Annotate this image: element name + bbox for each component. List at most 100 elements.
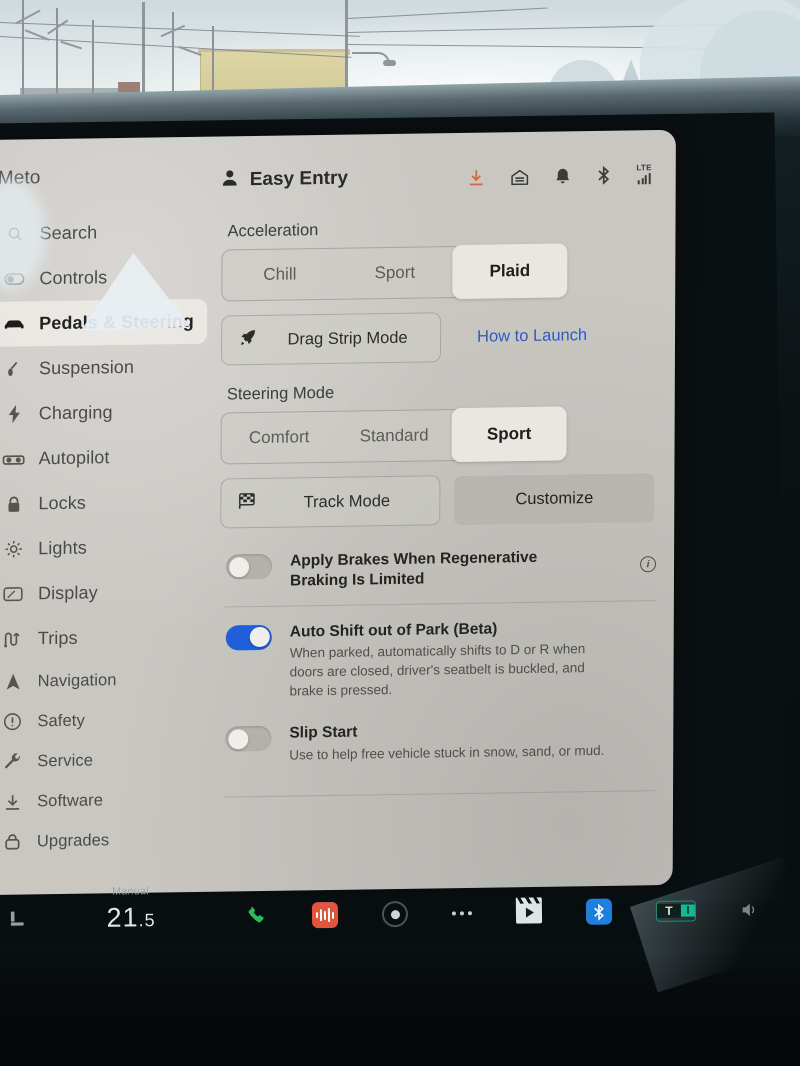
apply-brakes-label: Apply Brakes When Regenerative Braking I… (289, 548, 538, 590)
sidebar-item-label: Charging (38, 402, 113, 424)
settings-panel: Meto Search Controls Pedals & Steering S… (0, 129, 676, 896)
slip-start-toggle[interactable] (225, 725, 272, 752)
person-icon (222, 169, 238, 192)
drag-strip-mode-label: Drag Strip Mode (287, 328, 408, 349)
steering-segmented-control[interactable]: Comfort Standard Sport (220, 406, 567, 465)
acceleration-option-plaid[interactable]: Plaid (452, 243, 568, 300)
sidebar-item-label: Controls (39, 267, 108, 289)
sidebar-item-navigation[interactable]: Navigation (0, 659, 206, 702)
acceleration-option-chill[interactable]: Chill (222, 249, 337, 301)
suspension-icon (3, 360, 25, 378)
toggle-row-apply-brakes[interactable]: Apply Brakes When Regenerative Braking I… (220, 530, 660, 606)
auto-shift-toggle[interactable] (225, 624, 272, 651)
temperature-fraction: .5 (138, 909, 156, 930)
sidebar-item-label: Suspension (38, 356, 135, 379)
sidebar-item-label: Search (39, 222, 98, 244)
auto-shift-description: When parked, automatically shifts to D o… (289, 641, 586, 699)
row-divider (223, 790, 656, 798)
sidebar-item-pedals-and-steering[interactable]: Pedals & Steering (0, 298, 208, 347)
navigation-icon (2, 673, 24, 690)
toggle-icon (3, 272, 25, 285)
sidebar-item-charging[interactable]: Charging (0, 389, 207, 437)
sidebar-item-autopilot[interactable]: Autopilot (0, 434, 207, 482)
sidebar-item-label: Upgrades (36, 830, 110, 850)
bell-icon[interactable] (554, 167, 570, 185)
autopilot-icon (2, 453, 25, 465)
drag-strip-mode-button[interactable]: Drag Strip Mode (220, 312, 442, 366)
track-mode-row: Track Mode Customize (220, 472, 660, 529)
app-launcher-icon[interactable] (451, 911, 472, 916)
info-icon[interactable]: i (639, 556, 657, 573)
acceleration-option-sport[interactable]: Sport (337, 247, 452, 299)
apply-brakes-toggle[interactable] (226, 553, 273, 580)
safety-icon (1, 713, 23, 731)
signal-bars (637, 172, 651, 184)
phone-icon[interactable] (246, 905, 268, 927)
steering-option-comfort[interactable]: Comfort (222, 412, 337, 464)
sidebar-item-lights[interactable]: Lights (0, 524, 206, 572)
checkered-flag-icon (237, 492, 256, 515)
acceleration-segmented-control[interactable]: Chill Sport Plaid (221, 243, 568, 302)
profile-name: Meto (0, 167, 41, 189)
toybox-icon[interactable]: TI (655, 899, 697, 922)
sidebar-item-suspension[interactable]: Suspension (0, 344, 207, 392)
dashcam-icon[interactable] (381, 901, 409, 928)
software-download-icon[interactable] (467, 168, 484, 186)
sidebar-item-label: Safety (37, 711, 85, 730)
upgrades-icon (1, 833, 23, 850)
climate-mode-label: Manual (112, 884, 150, 898)
climate-control[interactable]: Manual 21.5 (46, 885, 216, 934)
slip-start-description: Use to help free vehicle stuck in snow, … (289, 742, 605, 763)
driver-profile-button[interactable]: Easy Entry (222, 167, 348, 192)
display-icon (2, 586, 24, 602)
how-to-launch-link[interactable]: How to Launch (477, 326, 587, 347)
driver-profile-label: Easy Entry (249, 167, 349, 191)
sidebar-item-search[interactable]: Search (0, 209, 208, 257)
drag-strip-row: Drag Strip Mode How to Launch (220, 309, 661, 366)
glovebox-icon[interactable] (510, 168, 528, 185)
steering-option-standard[interactable]: Standard (337, 410, 452, 462)
sidebar-item-label: Locks (38, 492, 86, 514)
auto-shift-label: Auto Shift out of Park (Beta) (289, 620, 498, 641)
track-mode-label: Track Mode (303, 491, 391, 511)
track-mode-button[interactable]: Track Mode (220, 475, 441, 529)
screenshot-root: Meto Search Controls Pedals & Steering S… (0, 0, 800, 1066)
sidebar-item-label: Autopilot (38, 447, 110, 469)
temperature-display[interactable]: 21.5 (46, 901, 216, 934)
slip-start-label: Slip Start (289, 723, 358, 742)
network-signal-icon: LTE (636, 163, 652, 184)
sidebar-item-controls[interactable]: Controls (0, 254, 207, 302)
network-label: LTE (636, 162, 652, 172)
car-icon (3, 317, 25, 330)
sidebar-item-label: Trips (37, 627, 78, 649)
download-icon (1, 793, 23, 810)
bolt-icon (3, 404, 25, 424)
sidebar-item-trips[interactable]: Trips (0, 614, 206, 662)
bluetooth-icon[interactable] (596, 165, 610, 185)
wrench-icon (1, 753, 23, 771)
sidebar-item-service[interactable]: Service (0, 739, 205, 782)
seat-heater-icon[interactable] (8, 910, 30, 928)
sidebar-item-display[interactable]: Display (0, 569, 206, 617)
media-player-icon[interactable] (311, 901, 339, 929)
bluetooth-icon[interactable] (585, 898, 613, 925)
acceleration-section-title: Acceleration (227, 221, 319, 241)
toggle-row-slip-start[interactable]: Slip Start Use to help free vehicle stuc… (219, 710, 659, 780)
sidebar-item-software[interactable]: Software (0, 779, 205, 822)
sidebar-item-label: Pedals & Steering (39, 310, 194, 334)
steering-option-sport[interactable]: Sport (451, 406, 567, 463)
sidebar-item-safety[interactable]: Safety (0, 699, 206, 742)
video-player-icon[interactable] (515, 901, 543, 924)
sidebar-item-locks[interactable]: Locks (0, 479, 206, 527)
sidebar-item-label: Lights (38, 537, 87, 559)
sidebar-item-label: Navigation (37, 670, 117, 690)
customize-button[interactable]: Customize (454, 472, 655, 526)
content-topbar: Easy Entry LTE (222, 152, 662, 203)
settings-content: Easy Entry LTE Acceleration Chill Sport … (219, 152, 662, 892)
sidebar-item-upgrades[interactable]: Upgrades (0, 819, 205, 862)
light-icon (2, 539, 24, 558)
temperature-whole: 21 (106, 901, 139, 933)
volume-icon[interactable] (740, 901, 758, 919)
trips-icon (2, 630, 24, 648)
toggle-row-auto-shift[interactable]: Auto Shift out of Park (Beta) When parke… (219, 601, 659, 717)
